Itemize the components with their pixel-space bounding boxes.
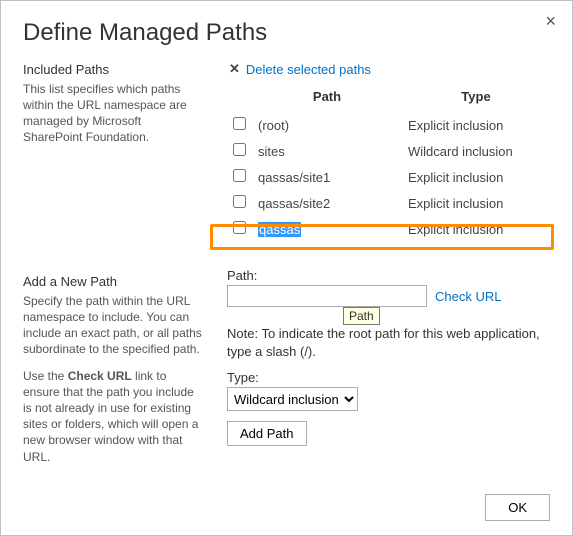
type-label: Type:: [227, 370, 550, 385]
add-desc2: Use the Check URL link to ensure that th…: [23, 368, 203, 465]
row-checkbox[interactable]: [233, 117, 246, 130]
row-path: (root): [252, 112, 402, 138]
dialog-title: Define Managed Paths: [23, 19, 550, 47]
row-type: Explicit inclusion: [402, 190, 550, 216]
col-path: Path: [252, 85, 402, 112]
table-row: qassas/site1 Explicit inclusion: [227, 164, 550, 190]
col-checkbox: [227, 85, 252, 112]
row-type: Explicit inclusion: [402, 216, 550, 242]
row-path: qassas/site1: [252, 164, 402, 190]
check-url-link[interactable]: Check URL: [435, 289, 501, 304]
path-input[interactable]: [227, 285, 427, 307]
table-row: qassas/site2 Explicit inclusion: [227, 190, 550, 216]
row-path: sites: [252, 138, 402, 164]
path-tooltip: Path: [343, 307, 380, 325]
ok-button[interactable]: OK: [485, 494, 550, 521]
path-label: Path:: [227, 268, 550, 283]
row-checkbox[interactable]: [233, 195, 246, 208]
row-checkbox[interactable]: [233, 221, 246, 234]
paths-table: Path Type (root) Explicit inclusion site…: [227, 85, 550, 242]
table-row: qassas Explicit inclusion: [227, 216, 550, 242]
table-row: (root) Explicit inclusion: [227, 112, 550, 138]
table-row: sites Wildcard inclusion: [227, 138, 550, 164]
path-note: Note: To indicate the root path for this…: [227, 325, 550, 360]
included-desc: This list specifies which paths within t…: [23, 81, 203, 146]
delete-icon: ✕: [229, 61, 240, 77]
close-icon[interactable]: ×: [545, 11, 556, 32]
type-select[interactable]: Wildcard inclusion Explicit inclusion: [227, 387, 358, 411]
delete-selected-label: Delete selected paths: [246, 62, 371, 77]
row-checkbox[interactable]: [233, 169, 246, 182]
included-heading: Included Paths: [23, 61, 203, 79]
row-checkbox[interactable]: [233, 143, 246, 156]
row-path: qassas/site2: [252, 190, 402, 216]
row-type: Explicit inclusion: [402, 164, 550, 190]
add-path-button[interactable]: Add Path: [227, 421, 307, 446]
add-desc1: Specify the path within the URL namespac…: [23, 293, 203, 358]
delete-selected-link[interactable]: ✕ Delete selected paths: [229, 61, 371, 77]
row-path: qassas: [252, 216, 402, 242]
row-type: Explicit inclusion: [402, 112, 550, 138]
add-heading: Add a New Path: [23, 273, 203, 291]
col-type: Type: [402, 85, 550, 112]
row-type: Wildcard inclusion: [402, 138, 550, 164]
